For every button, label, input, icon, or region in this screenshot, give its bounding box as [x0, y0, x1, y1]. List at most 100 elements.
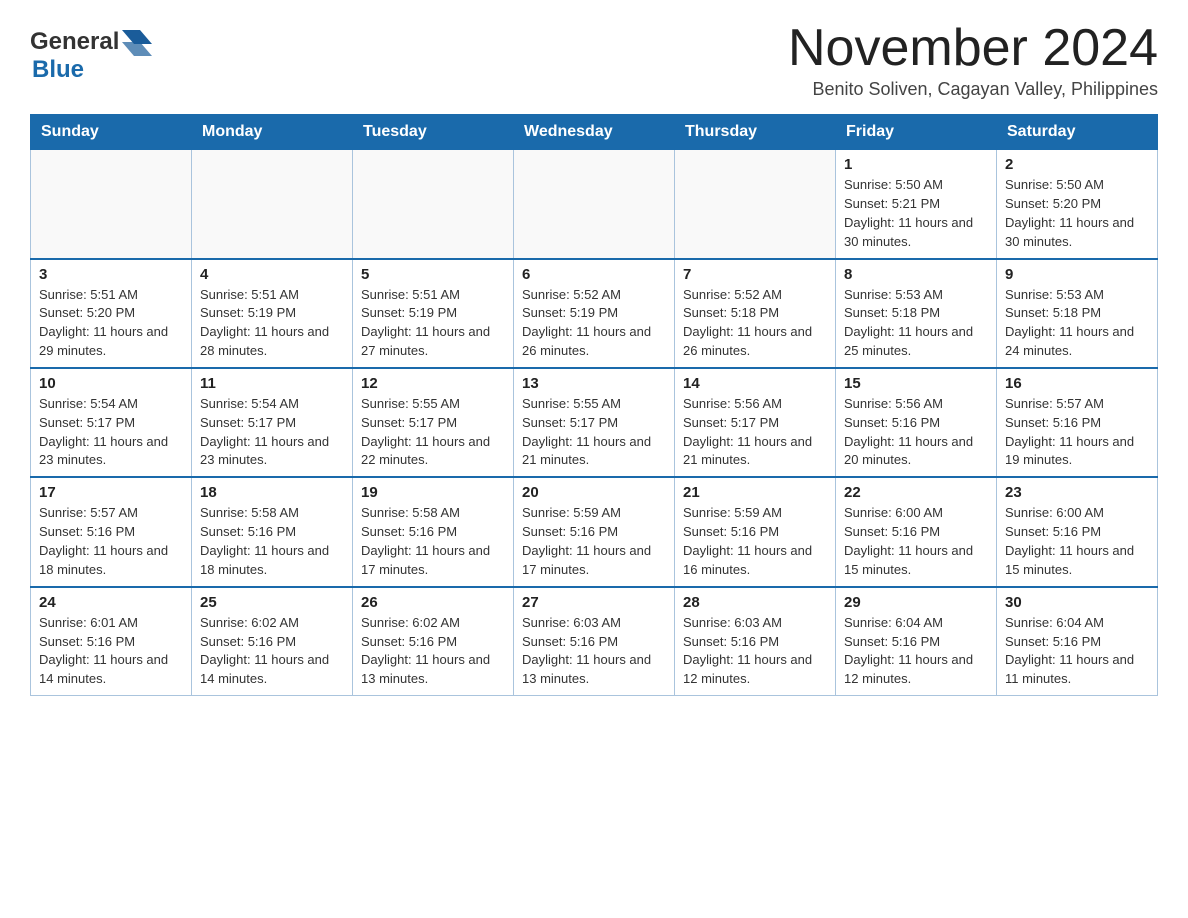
calendar-row: 17 Sunrise: 5:57 AMSunset: 5:16 PMDayligh… [31, 477, 1158, 586]
table-row: 15 Sunrise: 5:56 AMSunset: 5:16 PMDayligh… [836, 368, 997, 477]
table-row [353, 150, 514, 259]
day-number: 25 [200, 594, 344, 611]
day-info: Sunrise: 5:57 AMSunset: 5:16 PMDaylight:… [1005, 395, 1149, 470]
day-number: 20 [522, 484, 666, 501]
header-thursday: Thursday [675, 115, 836, 150]
day-info: Sunrise: 6:01 AMSunset: 5:16 PMDaylight:… [39, 614, 183, 689]
day-info: Sunrise: 6:02 AMSunset: 5:16 PMDaylight:… [361, 614, 505, 689]
day-number: 28 [683, 594, 827, 611]
table-row [514, 150, 675, 259]
table-row: 7 Sunrise: 5:52 AMSunset: 5:18 PMDaylight… [675, 259, 836, 368]
day-number: 21 [683, 484, 827, 501]
table-row: 30Sunrise: 6:04 AMSunset: 5:16 PMDayligh… [997, 587, 1158, 696]
day-info: Sunrise: 5:52 AMSunset: 5:18 PMDaylight:… [683, 286, 827, 361]
table-row: 21 Sunrise: 5:59 AMSunset: 5:16 PMDayligh… [675, 477, 836, 586]
day-info: Sunrise: 6:03 AMSunset: 5:16 PMDaylight:… [522, 614, 666, 689]
day-number: 4 [200, 266, 344, 283]
table-row: 6Sunrise: 5:52 AMSunset: 5:19 PMDaylight… [514, 259, 675, 368]
day-number: 7 [683, 266, 827, 283]
day-info: Sunrise: 5:54 AMSunset: 5:17 PMDaylight:… [39, 395, 183, 470]
day-number: 2 [1005, 156, 1149, 173]
location-subtitle: Benito Soliven, Cagayan Valley, Philippi… [788, 79, 1158, 100]
weekday-header-row: Sunday Monday Tuesday Wednesday Thursday… [31, 115, 1158, 150]
logo-general-text: General [30, 28, 119, 56]
day-info: Sunrise: 5:50 AMSunset: 5:20 PMDaylight:… [1005, 176, 1149, 251]
day-number: 24 [39, 594, 183, 611]
day-info: Sunrise: 5:59 AMSunset: 5:16 PMDaylight:… [683, 504, 827, 579]
day-number: 12 [361, 375, 505, 392]
logo: General Blue [30, 28, 152, 84]
logo-blue-text: Blue [32, 56, 84, 83]
table-row: 12 Sunrise: 5:55 AMSunset: 5:17 PMDayligh… [353, 368, 514, 477]
day-info: Sunrise: 5:50 AMSunset: 5:21 PMDaylight:… [844, 176, 988, 251]
table-row: 3 Sunrise: 5:51 AMSunset: 5:20 PMDaylight… [31, 259, 192, 368]
day-number: 16 [1005, 375, 1149, 392]
day-info: Sunrise: 5:56 AMSunset: 5:16 PMDaylight:… [844, 395, 988, 470]
day-info: Sunrise: 5:59 AMSunset: 5:16 PMDaylight:… [522, 504, 666, 579]
day-info: Sunrise: 5:57 AMSunset: 5:16 PMDaylight:… [39, 504, 183, 579]
table-row: 10 Sunrise: 5:54 AMSunset: 5:17 PMDayligh… [31, 368, 192, 477]
table-row: 13 Sunrise: 5:55 AMSunset: 5:17 PMDayligh… [514, 368, 675, 477]
day-info: Sunrise: 5:51 AMSunset: 5:19 PMDaylight:… [361, 286, 505, 361]
day-number: 11 [200, 375, 344, 392]
header-tuesday: Tuesday [353, 115, 514, 150]
day-number: 10 [39, 375, 183, 392]
day-info: Sunrise: 5:56 AMSunset: 5:17 PMDaylight:… [683, 395, 827, 470]
day-number: 17 [39, 484, 183, 501]
day-number: 22 [844, 484, 988, 501]
day-info: Sunrise: 5:58 AMSunset: 5:16 PMDaylight:… [361, 504, 505, 579]
table-row: 28 Sunrise: 6:03 AMSunset: 5:16 PMDayligh… [675, 587, 836, 696]
table-row: 22Sunrise: 6:00 AMSunset: 5:16 PMDayligh… [836, 477, 997, 586]
table-row: 23 Sunrise: 6:00 AMSunset: 5:16 PMDayligh… [997, 477, 1158, 586]
header-monday: Monday [192, 115, 353, 150]
day-number: 29 [844, 594, 988, 611]
month-title: November 2024 [788, 20, 1158, 77]
table-row: 2 Sunrise: 5:50 AMSunset: 5:20 PMDaylight… [997, 150, 1158, 259]
table-row: 9Sunrise: 5:53 AMSunset: 5:18 PMDaylight… [997, 259, 1158, 368]
day-info: Sunrise: 5:53 AMSunset: 5:18 PMDaylight:… [844, 286, 988, 361]
day-number: 30 [1005, 594, 1149, 611]
day-number: 13 [522, 375, 666, 392]
table-row: 24 Sunrise: 6:01 AMSunset: 5:16 PMDayligh… [31, 587, 192, 696]
table-row: 18Sunrise: 5:58 AMSunset: 5:16 PMDayligh… [192, 477, 353, 586]
day-info: Sunrise: 5:53 AMSunset: 5:18 PMDaylight:… [1005, 286, 1149, 361]
header-wednesday: Wednesday [514, 115, 675, 150]
header-saturday: Saturday [997, 115, 1158, 150]
day-number: 27 [522, 594, 666, 611]
day-number: 5 [361, 266, 505, 283]
day-info: Sunrise: 6:00 AMSunset: 5:16 PMDaylight:… [1005, 504, 1149, 579]
day-info: Sunrise: 6:03 AMSunset: 5:16 PMDaylight:… [683, 614, 827, 689]
calendar-row: 24 Sunrise: 6:01 AMSunset: 5:16 PMDayligh… [31, 587, 1158, 696]
calendar-row: 3 Sunrise: 5:51 AMSunset: 5:20 PMDaylight… [31, 259, 1158, 368]
day-number: 6 [522, 266, 666, 283]
table-row: 29Sunrise: 6:04 AMSunset: 5:16 PMDayligh… [836, 587, 997, 696]
calendar-row: 1 Sunrise: 5:50 AMSunset: 5:21 PMDaylight… [31, 150, 1158, 259]
day-info: Sunrise: 5:55 AMSunset: 5:17 PMDaylight:… [522, 395, 666, 470]
table-row: 19 Sunrise: 5:58 AMSunset: 5:16 PMDayligh… [353, 477, 514, 586]
title-block: November 2024 Benito Soliven, Cagayan Va… [788, 20, 1158, 100]
day-number: 23 [1005, 484, 1149, 501]
table-row: 27 Sunrise: 6:03 AMSunset: 5:16 PMDayligh… [514, 587, 675, 696]
calendar-row: 10 Sunrise: 5:54 AMSunset: 5:17 PMDayligh… [31, 368, 1158, 477]
day-info: Sunrise: 5:55 AMSunset: 5:17 PMDaylight:… [361, 395, 505, 470]
day-number: 26 [361, 594, 505, 611]
day-number: 1 [844, 156, 988, 173]
table-row: 4Sunrise: 5:51 AMSunset: 5:19 PMDaylight… [192, 259, 353, 368]
header-friday: Friday [836, 115, 997, 150]
table-row: 16 Sunrise: 5:57 AMSunset: 5:16 PMDayligh… [997, 368, 1158, 477]
table-row: 26 Sunrise: 6:02 AMSunset: 5:16 PMDayligh… [353, 587, 514, 696]
day-number: 3 [39, 266, 183, 283]
day-number: 19 [361, 484, 505, 501]
table-row: 1 Sunrise: 5:50 AMSunset: 5:21 PMDaylight… [836, 150, 997, 259]
calendar-table: Sunday Monday Tuesday Wednesday Thursday… [30, 114, 1158, 696]
table-row: 20 Sunrise: 5:59 AMSunset: 5:16 PMDayligh… [514, 477, 675, 586]
table-row [31, 150, 192, 259]
table-row [192, 150, 353, 259]
table-row: 25Sunrise: 6:02 AMSunset: 5:16 PMDayligh… [192, 587, 353, 696]
page-header: General Blue November 2024 Benito Solive… [30, 20, 1158, 100]
day-info: Sunrise: 5:54 AMSunset: 5:17 PMDaylight:… [200, 395, 344, 470]
day-number: 15 [844, 375, 988, 392]
table-row: 8Sunrise: 5:53 AMSunset: 5:18 PMDaylight… [836, 259, 997, 368]
day-info: Sunrise: 5:51 AMSunset: 5:20 PMDaylight:… [39, 286, 183, 361]
logo-icon [122, 30, 152, 56]
